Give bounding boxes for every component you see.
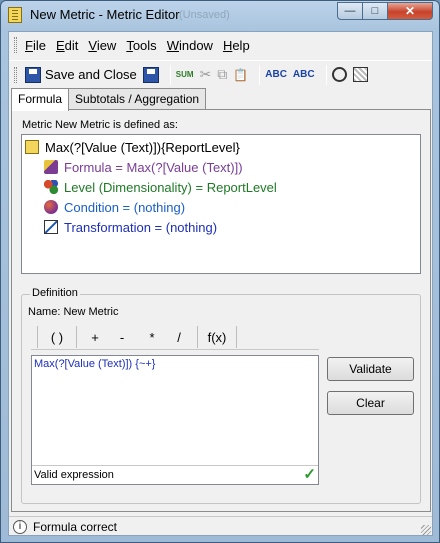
close-button[interactable]: ✕ xyxy=(387,2,433,20)
condition-icon xyxy=(44,200,58,214)
spell-check-icon: ABC xyxy=(265,69,287,80)
operator-separator xyxy=(76,326,77,348)
operator-separator xyxy=(236,326,237,348)
operator-bar: ( ) + - * / f(x) xyxy=(31,325,319,350)
validation-status-text: Valid expression xyxy=(34,469,114,481)
window-title: New Metric - Metric Editor xyxy=(30,7,180,22)
metric-app-icon xyxy=(8,7,22,23)
tree-item-root[interactable]: Max(?[Value (Text)]){ReportLevel} xyxy=(25,137,240,157)
formula-text[interactable]: Max(?[Value (Text)]) {~+} xyxy=(34,358,155,370)
menu-grip[interactable] xyxy=(14,37,17,53)
save-as-button[interactable] xyxy=(142,64,159,86)
tree-item-transformation[interactable]: Transformation = (nothing) xyxy=(44,217,217,237)
tree-root-label: Max(?[Value (Text)]){ReportLevel} xyxy=(45,139,240,155)
save-and-close-button[interactable]: Save and Close xyxy=(25,64,137,86)
tab-subtotals-aggregation[interactable]: Subtotals / Aggregation xyxy=(68,88,207,110)
tree-item-condition[interactable]: Condition = (nothing) xyxy=(44,197,185,217)
toolbar: Save and Close SUM ✂ ⧉ 📋 ABC ABC xyxy=(9,60,432,88)
resize-grip[interactable] xyxy=(421,525,431,535)
operator-separator xyxy=(37,326,38,348)
status-bar-text: Formula correct xyxy=(33,519,118,534)
copy-button[interactable]: ⧉ xyxy=(217,64,227,86)
metric-icon xyxy=(25,140,39,154)
menu-view[interactable]: View xyxy=(88,38,122,53)
spell-check-options-button[interactable]: ABC xyxy=(293,64,315,86)
transformation-icon xyxy=(44,220,58,234)
level-icon xyxy=(44,180,58,194)
operator-separator xyxy=(197,326,198,348)
definition-group: Definition Name: New Metric ( ) + - * / … xyxy=(21,287,421,504)
sum-validate-button[interactable]: SUM xyxy=(176,64,194,86)
status-bar: i Formula correct xyxy=(9,516,432,536)
find-button[interactable] xyxy=(331,64,347,86)
formula-level-tail: {~+} xyxy=(132,358,156,370)
definition-name: Name: New Metric xyxy=(28,306,119,318)
multiply-button[interactable]: * xyxy=(137,330,167,345)
paste-icon: 📋 xyxy=(233,67,249,82)
clear-button[interactable]: Clear xyxy=(327,391,414,415)
window-title-ghost: (Unsaved) xyxy=(179,9,230,21)
valid-check-icon: ✓ xyxy=(303,466,316,483)
client-area: File Edit View Tools Window Help Save an… xyxy=(8,31,433,536)
cut-icon: ✂ xyxy=(199,66,212,82)
spell-check-button[interactable]: ABC xyxy=(265,64,287,86)
menu-edit[interactable]: Edit xyxy=(56,38,84,53)
save-icon xyxy=(25,66,41,83)
tree-level-label: Level (Dimensionality) = ReportLevel xyxy=(64,179,277,195)
tab-formula[interactable]: Formula xyxy=(11,88,70,111)
toolbar-grip[interactable] xyxy=(14,66,17,83)
editor-tabs: Formula Subtotals / Aggregation xyxy=(11,88,207,111)
metric-definition-caption: Metric New Metric is defined as: xyxy=(22,119,178,131)
save-as-icon xyxy=(142,66,159,83)
properties-button[interactable] xyxy=(352,64,368,86)
paste-button[interactable]: 📋 xyxy=(233,64,248,86)
function-button[interactable]: f(x) xyxy=(204,330,230,345)
toolbar-separator xyxy=(169,64,171,85)
divide-button[interactable]: / xyxy=(167,330,191,345)
plus-button[interactable]: + xyxy=(83,330,107,345)
formula-tab-panel: Metric New Metric is defined as: Max(?[V… xyxy=(11,109,431,512)
toolbar-separator xyxy=(259,64,261,85)
save-and-close-label: Save and Close xyxy=(45,67,137,82)
formula-expression: Max(?[Value (Text)]) xyxy=(34,358,133,370)
minus-button[interactable]: - xyxy=(107,330,137,345)
copy-icon: ⧉ xyxy=(217,66,228,82)
menu-window[interactable]: Window xyxy=(167,38,219,53)
validation-status: Valid expression ✓ xyxy=(32,465,318,484)
toolbar-separator xyxy=(325,64,327,85)
minimize-button[interactable]: — xyxy=(337,2,363,20)
formula-editor[interactable]: Max(?[Value (Text)]) {~+} Valid expressi… xyxy=(31,355,319,485)
menu-help[interactable]: Help xyxy=(223,38,256,53)
validate-button[interactable]: Validate xyxy=(327,357,414,381)
parentheses-button[interactable]: ( ) xyxy=(44,330,70,345)
tree-condition-label: Condition = (nothing) xyxy=(64,199,186,215)
maximize-button[interactable]: □ xyxy=(362,2,388,20)
spell-check-options-icon: ABC xyxy=(292,69,315,80)
formula-icon xyxy=(44,160,58,174)
tree-formula-label: Formula = Max(?[Value (Text)]) xyxy=(64,159,243,175)
menu-bar: File Edit View Tools Window Help xyxy=(9,34,432,56)
sum-check-icon: SUM xyxy=(175,70,194,79)
title-bar[interactable]: New Metric - Metric Editor (Unsaved) — □… xyxy=(1,1,439,29)
info-icon: i xyxy=(13,519,27,534)
tree-transformation-label: Transformation = (nothing) xyxy=(64,219,218,235)
metric-editor-window: New Metric - Metric Editor (Unsaved) — □… xyxy=(0,0,440,543)
menu-tools[interactable]: Tools xyxy=(126,38,162,53)
metric-definition-tree[interactable]: Max(?[Value (Text)]){ReportLevel} Formul… xyxy=(21,134,421,274)
definition-legend: Definition xyxy=(30,287,80,299)
tree-item-level[interactable]: Level (Dimensionality) = ReportLevel xyxy=(44,177,277,197)
cut-button[interactable]: ✂ xyxy=(200,64,212,86)
tree-item-formula[interactable]: Formula = Max(?[Value (Text)]) xyxy=(44,157,243,177)
menu-file[interactable]: File xyxy=(25,38,52,53)
magnifier-icon xyxy=(331,67,347,82)
properties-icon xyxy=(352,67,368,82)
